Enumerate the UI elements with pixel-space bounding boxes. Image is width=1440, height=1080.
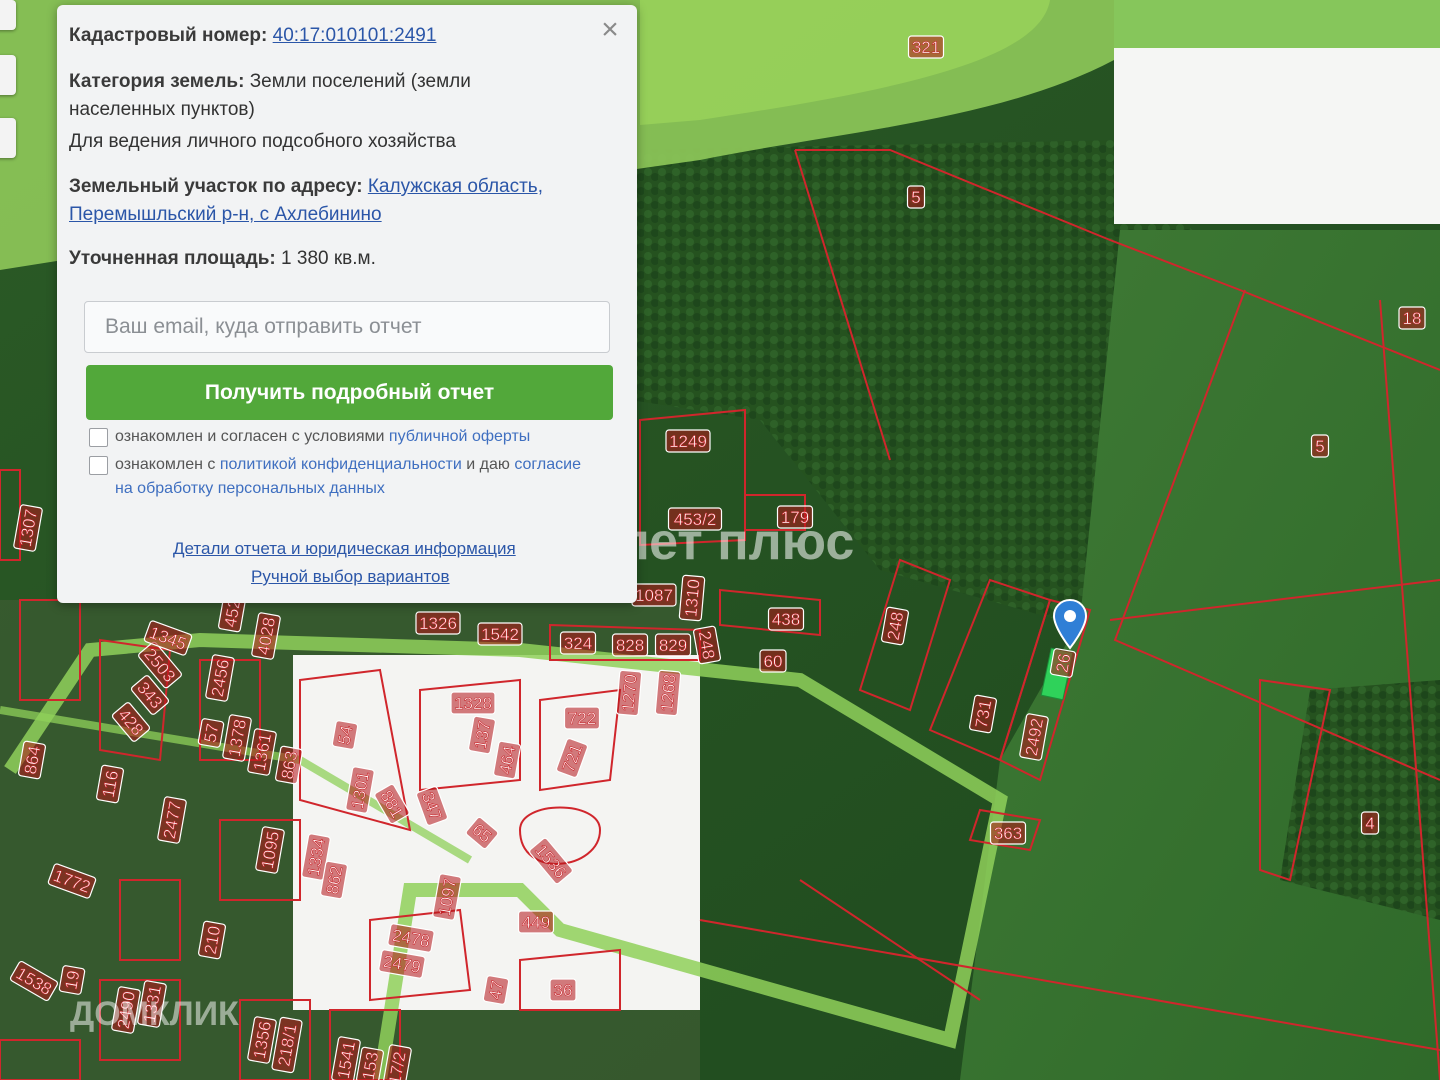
privacy-consent-text: ознакомлен с политикой конфиденциальност… <box>115 453 595 501</box>
privacy-consent-label-2: и даю <box>466 456 510 473</box>
plot-label-text: 722 <box>568 709 596 728</box>
plot-label-9[interactable]: 1310 <box>678 574 706 622</box>
offer-consent-label: ознакомлен и согласен с условиями <box>115 428 385 445</box>
report-details-link[interactable]: Детали отчета и юридическая информация <box>173 539 516 559</box>
email-input[interactable] <box>84 301 610 353</box>
plot-label-text: 1542 <box>481 625 519 644</box>
privacy-consent-row: ознакомлен с политикой конфиденциальност… <box>89 453 595 501</box>
close-icon[interactable]: × <box>597 15 623 45</box>
land-usage: Для ведения личного подсобного хозяйства <box>69 131 456 152</box>
address-label: Земельный участок по адресу: <box>69 176 363 197</box>
plot-label-41[interactable]: 47 <box>482 975 510 1005</box>
address-link-district[interactable]: Перемышльский р-н, с Ахлебинино <box>69 204 382 225</box>
plot-label-3[interactable]: 5 <box>1310 434 1330 458</box>
plot-label-text: 321 <box>912 38 940 57</box>
plot-label-26[interactable]: 1268 <box>654 669 682 717</box>
plot-label-0[interactable]: 321 <box>907 35 945 59</box>
get-report-button[interactable]: Получить подробный отчет <box>86 365 613 420</box>
plot-label-text: 1268 <box>657 673 679 712</box>
offer-consent-text: ознакомлен и согласен с условиями публич… <box>115 425 595 449</box>
plot-label-text: 36 <box>554 981 573 1000</box>
domclick-watermark: ДОМКЛИК <box>70 995 239 1033</box>
plot-label-text: 5 <box>1315 437 1324 456</box>
manual-selection-link[interactable]: Ручной выбор вариантов <box>251 567 450 587</box>
plot-label-text: 54 <box>334 724 356 746</box>
address-row: Земельный участок по адресу: Калужская о… <box>69 173 543 201</box>
plot-label-text: 5 <box>911 188 920 207</box>
plot-label-text: 60 <box>764 652 783 671</box>
plot-label-57[interactable]: 19 <box>58 965 86 995</box>
plot-label-16[interactable]: 60 <box>759 649 787 673</box>
plot-label-text: 449 <box>522 913 550 932</box>
category-label: Категория земель: <box>69 71 245 92</box>
plot-label-text: 47 <box>485 979 507 1001</box>
plot-label-text: 4 <box>1365 814 1374 833</box>
privacy-policy-link[interactable]: политикой конфиденциальности <box>220 456 462 473</box>
plot-label-text: 19 <box>61 969 83 991</box>
cadastral-row: Кадастровый номер: 40:17:010101:2491 <box>69 22 436 50</box>
map-tool-button-1[interactable] <box>0 55 16 95</box>
offer-consent-row: ознакомлен и согласен с условиями публич… <box>89 425 595 449</box>
address-link-region[interactable]: Калужская область, <box>368 176 543 197</box>
plot-label-5[interactable]: 1249 <box>665 429 711 453</box>
privacy-consent-label: ознакомлен с <box>115 456 216 473</box>
plot-label-19[interactable]: 363 <box>989 821 1027 845</box>
plot-label-1[interactable]: 5 <box>906 185 926 209</box>
plot-label-text: 324 <box>564 634 592 653</box>
plot-label-text: 1328 <box>454 694 492 713</box>
plot-label-40[interactable]: 449 <box>517 910 555 934</box>
offer-checkbox[interactable] <box>89 428 108 447</box>
plot-label-text: 1270 <box>618 673 640 712</box>
plot-label-text: 1310 <box>681 578 703 617</box>
green-zone-corner <box>1114 0 1440 48</box>
plot-label-20[interactable]: 1326 <box>415 611 461 635</box>
map-tool-button-0[interactable] <box>0 0 16 30</box>
blank-map-panel <box>1114 48 1440 224</box>
plot-label-2[interactable]: 18 <box>1398 306 1426 330</box>
plot-label-46[interactable]: 57 <box>197 718 225 748</box>
location-pin-icon[interactable] <box>1052 598 1088 650</box>
category-row: Категория земель: Земли поселений (земли <box>69 68 471 96</box>
plot-label-text: 438 <box>772 610 800 629</box>
plot-label-13[interactable]: 828 <box>611 633 649 657</box>
plot-label-12[interactable]: 324 <box>559 631 597 655</box>
plot-label-text: 829 <box>659 636 687 655</box>
plot-label-text: 1249 <box>669 432 707 451</box>
plot-label-25[interactable]: 1270 <box>615 669 643 717</box>
plot-label-text: 828 <box>616 636 644 655</box>
plot-label-4[interactable]: 4 <box>1360 811 1380 835</box>
category-value: Земли поселений (земли <box>249 71 471 92</box>
plot-label-text: 1087 <box>635 586 673 605</box>
map-tool-button-2[interactable] <box>0 118 16 158</box>
privacy-checkbox[interactable] <box>89 456 108 475</box>
cadastral-number-link[interactable]: 40:17:010101:2491 <box>273 25 437 46</box>
plot-label-text: 363 <box>994 824 1022 843</box>
plot-label-39[interactable]: 36 <box>549 978 577 1002</box>
plot-label-8[interactable]: 1087 <box>631 583 677 607</box>
plot-label-text: 1326 <box>419 614 457 633</box>
plot-label-text: 26 <box>1052 652 1074 674</box>
plot-label-28[interactable]: 54 <box>331 720 359 750</box>
plot-label-23[interactable]: 722 <box>563 706 601 730</box>
public-offer-link[interactable]: публичной оферты <box>389 428 530 445</box>
area-value: 1 380 кв.м. <box>281 248 376 269</box>
plot-label-14[interactable]: 829 <box>654 633 692 657</box>
parcel-info-popup: × Кадастровый номер: 40:17:010101:2491 К… <box>57 5 637 603</box>
plot-label-21[interactable]: 1542 <box>477 622 523 646</box>
plot-label-text: 57 <box>200 722 222 744</box>
plot-label-10[interactable]: 438 <box>767 607 805 631</box>
area-row: Уточненная площадь: 1 380 кв.м. <box>69 245 376 273</box>
plot-label-text: 18 <box>1403 309 1422 328</box>
cadastral-label: Кадастровый номер: <box>69 25 268 46</box>
address-link-village: Перемышльский р-н, с Ахлебинино <box>69 201 382 229</box>
plot-label-70[interactable]: 26 <box>1049 648 1077 678</box>
category-value-2: населенных пунктов) <box>69 99 255 120</box>
plot-label-22[interactable]: 1328 <box>450 691 496 715</box>
area-label: Уточненная площадь: <box>69 248 276 269</box>
